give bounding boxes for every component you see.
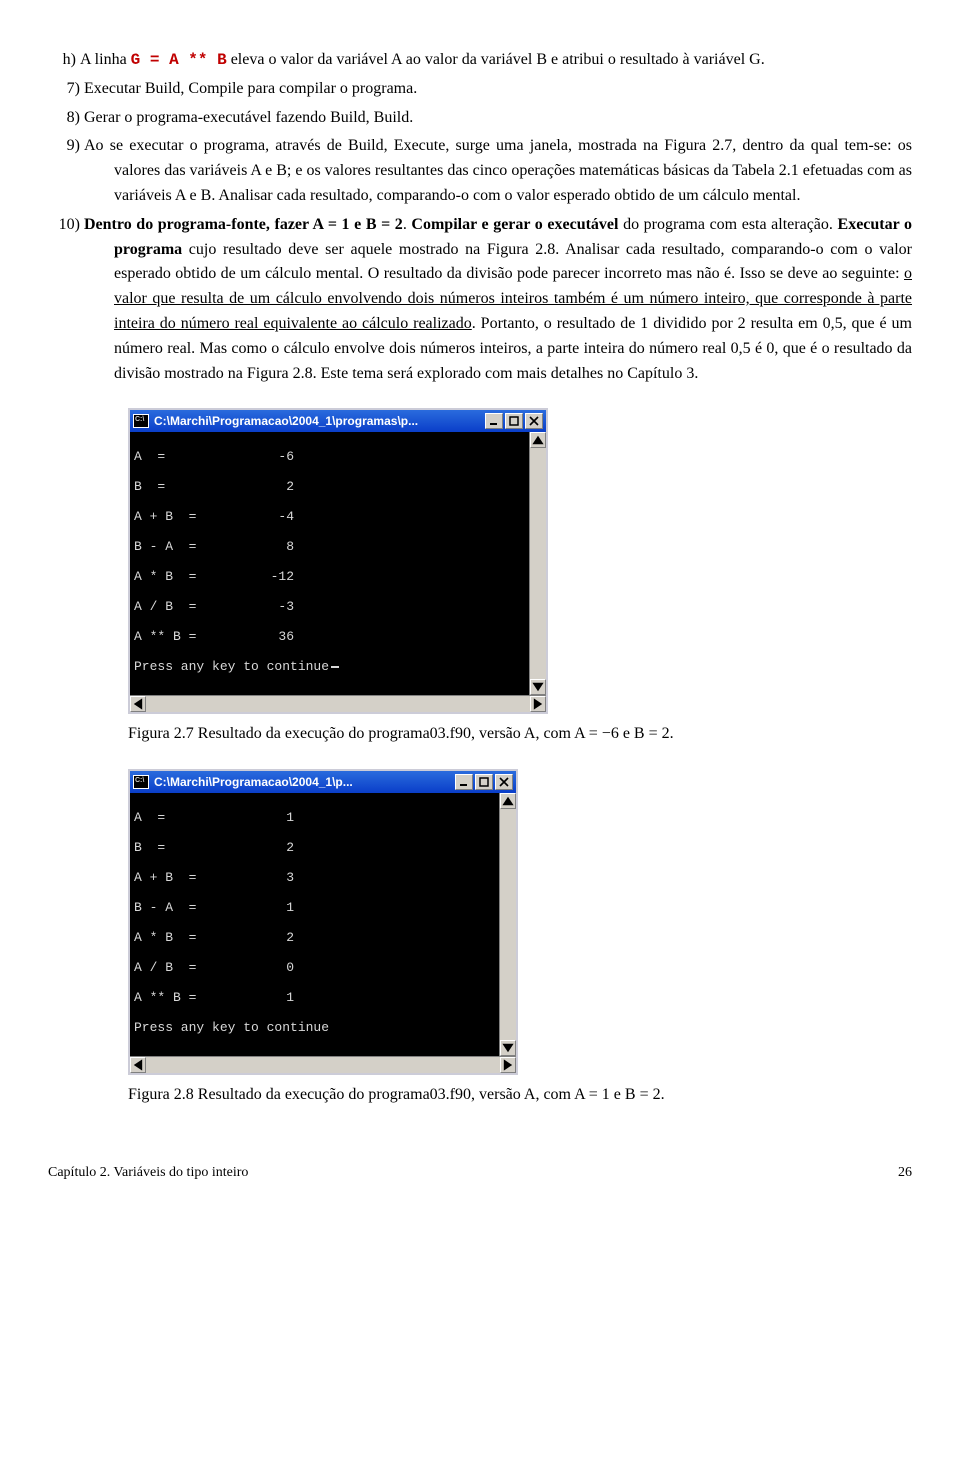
- c2-r1-lab: B =: [134, 840, 234, 855]
- item-7-num: 7): [54, 77, 84, 102]
- item-10-b2: Compilar e gerar o executável: [411, 216, 618, 233]
- console1-title: C:\Marchi\Programacao\2004_1\programas\p…: [154, 412, 485, 431]
- c2-r3-lab: B - A =: [134, 900, 234, 915]
- vertical-scrollbar[interactable]: [529, 432, 546, 695]
- page-footer: Capítulo 2. Variáveis do tipo inteiro 26: [48, 1162, 912, 1184]
- window-buttons: [485, 413, 543, 429]
- item-7: 7)Executar Build, Compile para compilar …: [84, 77, 912, 102]
- console-window-1: C:\ C:\Marchi\Programacao\2004_1\program…: [128, 408, 548, 714]
- console1-output: A =-6 B =2 A + B =-4 B - A =8 A * B =-12…: [130, 432, 529, 695]
- close-button[interactable]: [495, 774, 513, 790]
- item-10: 10)Dentro do programa-fonte, fazer A = 1…: [84, 213, 912, 387]
- item-h-pre: A linha: [80, 51, 131, 68]
- figure-2-7-caption: Figura 2.7 Resultado da execução do prog…: [128, 722, 912, 747]
- scroll-down-button[interactable]: [530, 679, 546, 695]
- scroll-left-button[interactable]: [130, 696, 146, 712]
- c1-r0-lab: A =: [134, 449, 234, 464]
- c2-r0-lab: A =: [134, 810, 234, 825]
- maximize-button[interactable]: [505, 413, 523, 429]
- c1-r4-lab: A * B =: [134, 569, 234, 584]
- item-10-t3: do programa com esta alteração.: [618, 216, 837, 233]
- minimize-button[interactable]: [485, 413, 503, 429]
- scroll-up-button[interactable]: [530, 432, 546, 448]
- scroll-right-button[interactable]: [500, 1057, 516, 1073]
- c2-r3-val: 1: [234, 900, 294, 915]
- item-8: 8)Gerar o programa-executável fazendo Bu…: [84, 106, 912, 131]
- console2-title: C:\Marchi\Programacao\2004_1\p...: [154, 773, 455, 792]
- horizontal-scrollbar[interactable]: [130, 1056, 516, 1073]
- c1-r5-val: -3: [234, 599, 294, 614]
- minimize-button[interactable]: [455, 774, 473, 790]
- footer-chapter: Capítulo 2. Variáveis do tipo inteiro: [48, 1162, 248, 1184]
- item-h-post: eleva o valor da variável A ao valor da …: [227, 51, 765, 68]
- c2-r5-lab: A / B =: [134, 960, 234, 975]
- item-8-text: Gerar o programa-executável fazendo Buil…: [84, 109, 413, 126]
- scroll-up-button[interactable]: [500, 793, 516, 809]
- item-9-text: Ao se executar o programa, através de Bu…: [84, 137, 912, 204]
- c2-r2-val: 3: [234, 870, 294, 885]
- item-9: 9)Ao se executar o programa, através de …: [84, 134, 912, 208]
- item-h: h)A linha G = A ** B eleva o valor da va…: [84, 48, 912, 73]
- c1-r1-lab: B =: [134, 479, 234, 494]
- c1-r4-val: -12: [234, 569, 294, 584]
- console2-output: A =1 B =2 A + B =3 B - A =1 A * B =2 A /…: [130, 793, 499, 1056]
- close-button[interactable]: [525, 413, 543, 429]
- c2-r6-lab: A ** B =: [134, 990, 234, 1005]
- console1-titlebar: C:\ C:\Marchi\Programacao\2004_1\program…: [130, 410, 546, 432]
- scroll-right-button[interactable]: [530, 696, 546, 712]
- hscroll-track[interactable]: [146, 1057, 500, 1073]
- cmd-icon: C:\: [133, 414, 149, 428]
- item-10-t4: cujo resultado deve ser aquele mostrado …: [114, 241, 912, 283]
- scroll-left-button[interactable]: [130, 1057, 146, 1073]
- hscroll-track[interactable]: [146, 696, 530, 712]
- c2-press: Press any key to continue: [134, 1020, 329, 1035]
- scroll-down-button[interactable]: [500, 1040, 516, 1056]
- scroll-track[interactable]: [530, 448, 546, 679]
- c1-r3-lab: B - A =: [134, 539, 234, 554]
- c2-r0-val: 1: [234, 810, 294, 825]
- c2-r4-lab: A * B =: [134, 930, 234, 945]
- c2-r1-val: 2: [234, 840, 294, 855]
- cursor-icon: [331, 666, 339, 668]
- c2-r5-val: 0: [234, 960, 294, 975]
- figure-2-8-caption: Figura 2.8 Resultado da execução do prog…: [128, 1083, 912, 1108]
- c1-r1-val: 2: [234, 479, 294, 494]
- console2-titlebar: C:\ C:\Marchi\Programacao\2004_1\p...: [130, 771, 516, 793]
- c2-r2-lab: A + B =: [134, 870, 234, 885]
- item-10-num: 10): [54, 213, 84, 238]
- instruction-list: h)A linha G = A ** B eleva o valor da va…: [48, 48, 912, 386]
- item-9-num: 9): [54, 134, 84, 159]
- footer-page-number: 26: [898, 1162, 912, 1184]
- horizontal-scrollbar[interactable]: [130, 695, 546, 712]
- item-h-num: h): [54, 48, 80, 73]
- c1-r0-val: -6: [234, 449, 294, 464]
- c1-r2-val: -4: [234, 509, 294, 524]
- scroll-track[interactable]: [500, 809, 516, 1040]
- c1-r2-lab: A + B =: [134, 509, 234, 524]
- console-window-2: C:\ C:\Marchi\Programacao\2004_1\p... A …: [128, 769, 518, 1075]
- cmd-icon: C:\: [133, 775, 149, 789]
- c1-press: Press any key to continue: [134, 659, 329, 674]
- c1-r6-val: 36: [234, 629, 294, 644]
- c1-r5-lab: A / B =: [134, 599, 234, 614]
- item-8-num: 8): [54, 106, 84, 131]
- item-h-code: G = A ** B: [131, 51, 227, 69]
- item-7-text: Executar Build, Compile para compilar o …: [84, 80, 417, 97]
- window-buttons: [455, 774, 513, 790]
- c1-r6-lab: A ** B =: [134, 629, 234, 644]
- c1-r3-val: 8: [234, 539, 294, 554]
- c2-r6-val: 1: [234, 990, 294, 1005]
- maximize-button[interactable]: [475, 774, 493, 790]
- c2-r4-val: 2: [234, 930, 294, 945]
- vertical-scrollbar[interactable]: [499, 793, 516, 1056]
- item-10-b1: Dentro do programa-fonte, fazer A = 1 e …: [84, 216, 403, 233]
